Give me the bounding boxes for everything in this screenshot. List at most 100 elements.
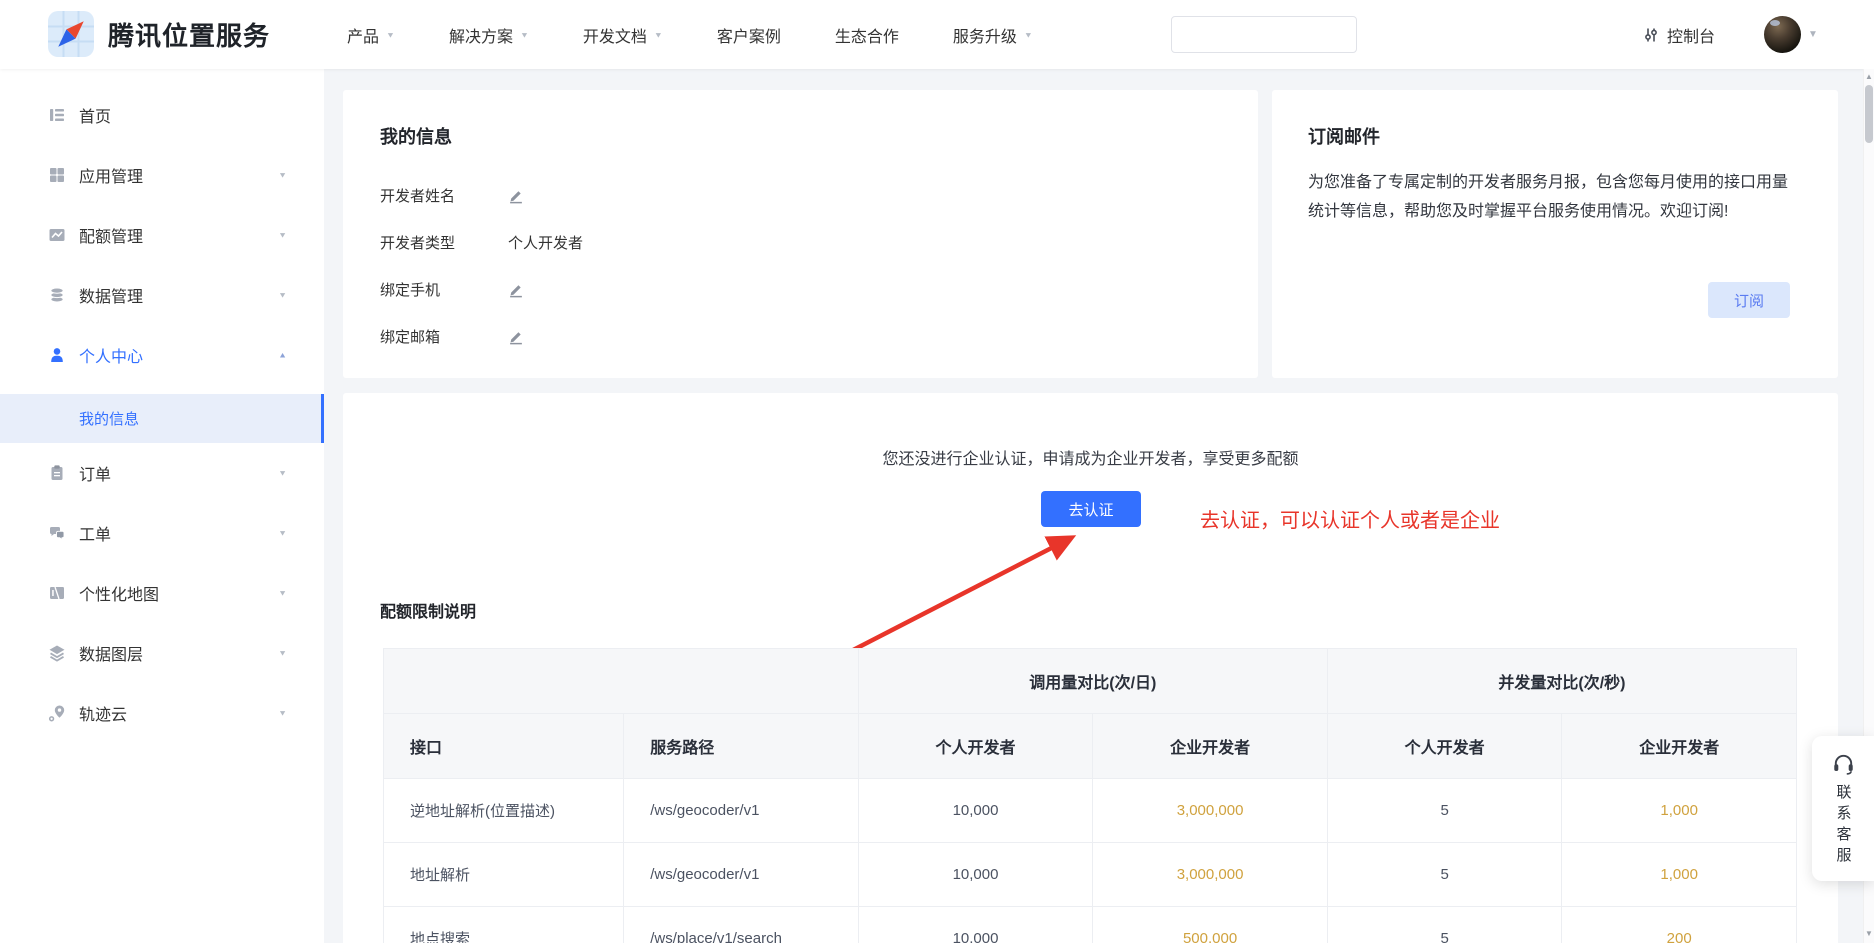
scrollbar-up-arrow[interactable]: ▲ bbox=[1864, 72, 1874, 81]
map-icon bbox=[48, 584, 66, 602]
avatar-chevron-down-icon[interactable]: ▼ bbox=[1808, 0, 1818, 69]
sidebar-item-data-management[interactable]: 数据管理 ▼ bbox=[0, 265, 324, 325]
chat-bubbles-icon bbox=[48, 524, 66, 542]
sliders-icon bbox=[1643, 27, 1659, 43]
nav-solutions[interactable]: 解决方案 ▼ bbox=[449, 23, 529, 47]
chevron-down-icon: ▼ bbox=[386, 30, 395, 39]
sidebar-item-label: 个人中心 bbox=[79, 343, 143, 367]
subscribe-button[interactable]: 订阅 bbox=[1708, 282, 1790, 318]
sidebar-item-label: 轨迹云 bbox=[79, 701, 127, 725]
sidebar-item-label: 工单 bbox=[79, 521, 111, 545]
chevron-down-icon: ▼ bbox=[520, 30, 529, 39]
compass-map-icon bbox=[48, 11, 94, 57]
info-row-bound-email: 绑定邮箱 bbox=[380, 313, 583, 360]
console-label: 控制台 bbox=[1667, 23, 1715, 47]
group-header-calls: 调用量对比(次/日) bbox=[858, 649, 1327, 714]
cell-personal-concurrency: 5 bbox=[1327, 779, 1562, 843]
scrollbar-thumb[interactable] bbox=[1865, 85, 1873, 143]
edit-pencil-icon[interactable] bbox=[508, 282, 524, 298]
sidebar-item-quota-management[interactable]: 配额管理 ▼ bbox=[0, 205, 324, 265]
chevron-down-icon: ▼ bbox=[278, 529, 287, 538]
top-header: 腾讯位置服务 产品 ▼ 解决方案 ▼ 开发文档 ▼ 客户案例 生态合作 服务升级… bbox=[0, 0, 1874, 69]
edit-pencil-icon[interactable] bbox=[508, 329, 524, 345]
my-info-card: 我的信息 开发者姓名 开发者类型 个人开发者 绑定手机 绑定邮箱 bbox=[343, 90, 1258, 378]
nav-ecosystem[interactable]: 生态合作 bbox=[835, 23, 899, 47]
sidebar-item-label: 数据管理 bbox=[79, 283, 143, 307]
quota-table: 调用量对比(次/日) 并发量对比(次/秒) 接口 服务路径 个人开发者 企业开发… bbox=[383, 648, 1797, 943]
user-avatar[interactable] bbox=[1764, 16, 1801, 53]
cell-personal-concurrency: 5 bbox=[1327, 907, 1562, 943]
cell-enterprise-calls: 3,000,000 bbox=[1093, 779, 1328, 843]
search-box bbox=[1171, 16, 1357, 53]
sidebar-item-custom-map[interactable]: 个性化地图 ▼ bbox=[0, 563, 324, 623]
col-header-enterprise-dev: 企业开发者 bbox=[1093, 714, 1328, 779]
col-header-enterprise-dev: 企业开发者 bbox=[1562, 714, 1797, 779]
nav-service-upgrade[interactable]: 服务升级 ▼ bbox=[953, 23, 1033, 47]
nav-label: 客户案例 bbox=[717, 23, 781, 47]
info-row-developer-type: 开发者类型 个人开发者 bbox=[380, 219, 583, 266]
info-row-bound-phone: 绑定手机 bbox=[380, 266, 583, 313]
go-certify-button[interactable]: 去认证 bbox=[1041, 491, 1141, 527]
group-header-empty bbox=[384, 649, 859, 714]
col-header-personal-dev: 个人开发者 bbox=[1327, 714, 1562, 779]
group-header-concurrency: 并发量对比(次/秒) bbox=[1327, 649, 1796, 714]
table-row: 地点搜索 /ws/place/v1/search 10,000 500,000 … bbox=[384, 907, 1797, 943]
field-label: 绑定邮箱 bbox=[380, 326, 508, 347]
certification-message: 您还没进行企业认证，申请成为企业开发者，享受更多配额 bbox=[343, 445, 1838, 469]
headset-icon bbox=[1831, 751, 1856, 776]
sidebar-item-label: 数据图层 bbox=[79, 641, 143, 665]
quota-card: 您还没进行企业认证，申请成为企业开发者，享受更多配额 去认证 去认证，可以认证个… bbox=[343, 393, 1838, 943]
chevron-up-icon: ▲ bbox=[278, 351, 287, 360]
cell-enterprise-calls: 500,000 bbox=[1093, 907, 1328, 943]
cell-api: 逆地址解析(位置描述) bbox=[384, 779, 624, 843]
scrollbar-down-arrow[interactable]: ▼ bbox=[1864, 929, 1874, 938]
nav-cases[interactable]: 客户案例 bbox=[717, 23, 781, 47]
cell-enterprise-concurrency: 200 bbox=[1562, 907, 1797, 943]
brand-logo[interactable]: 腾讯位置服务 bbox=[48, 11, 270, 57]
sidebar-item-app-management[interactable]: 应用管理 ▼ bbox=[0, 145, 324, 205]
table-row: 逆地址解析(位置描述) /ws/geocoder/v1 10,000 3,000… bbox=[384, 779, 1797, 843]
field-label: 绑定手机 bbox=[380, 279, 508, 300]
sidebar-item-home[interactable]: 首页 bbox=[0, 85, 324, 145]
contact-support-widget[interactable]: 联系客服 bbox=[1812, 736, 1874, 881]
console-link[interactable]: 控制台 bbox=[1643, 0, 1715, 69]
sidebar-item-label: 首页 bbox=[79, 103, 111, 127]
sidebar-item-label: 个性化地图 bbox=[79, 581, 159, 605]
cell-personal-calls: 10,000 bbox=[858, 779, 1093, 843]
cell-enterprise-calls: 3,000,000 bbox=[1093, 843, 1328, 907]
search-input[interactable] bbox=[1172, 17, 1373, 52]
sidebar-item-tickets[interactable]: 工单 ▼ bbox=[0, 503, 324, 563]
nav-docs[interactable]: 开发文档 ▼ bbox=[583, 23, 663, 47]
main-content: 我的信息 开发者姓名 开发者类型 个人开发者 绑定手机 绑定邮箱 bbox=[324, 69, 1874, 943]
cell-api: 地址解析 bbox=[384, 843, 624, 907]
red-annotation-text: 去认证，可以认证个人或者是企业 bbox=[1200, 504, 1500, 533]
table-group-header-row: 调用量对比(次/日) 并发量对比(次/秒) bbox=[384, 649, 1797, 714]
database-icon bbox=[48, 286, 66, 304]
nav-label: 解决方案 bbox=[449, 23, 513, 47]
location-pin-track-icon bbox=[48, 704, 66, 722]
sidebar-item-label: 配额管理 bbox=[79, 223, 143, 247]
sidebar-item-personal-center[interactable]: 个人中心 ▲ bbox=[0, 325, 324, 385]
contact-support-label: 联系客服 bbox=[1833, 784, 1854, 868]
subscribe-card: 订阅邮件 为您准备了专属定制的开发者服务月报，包含您每月使用的接口用量统计等信息… bbox=[1272, 90, 1838, 378]
brand-name: 腾讯位置服务 bbox=[108, 16, 270, 53]
cell-path: /ws/geocoder/v1 bbox=[624, 843, 859, 907]
sidebar-item-orders[interactable]: 订单 ▼ bbox=[0, 443, 324, 503]
nav-products[interactable]: 产品 ▼ bbox=[347, 23, 395, 47]
sidebar-subitem-my-info[interactable]: 我的信息 bbox=[0, 394, 324, 443]
chevron-down-icon: ▼ bbox=[278, 709, 287, 718]
col-header-path: 服务路径 bbox=[624, 714, 859, 779]
field-label: 开发者类型 bbox=[380, 232, 508, 253]
cell-enterprise-concurrency: 1,000 bbox=[1562, 779, 1797, 843]
grid-apps-icon bbox=[48, 166, 66, 184]
cell-api: 地点搜索 bbox=[384, 907, 624, 943]
sidebar-item-track-cloud[interactable]: 轨迹云 ▼ bbox=[0, 683, 324, 743]
chart-image-icon bbox=[48, 226, 66, 244]
sidebar-item-data-layers[interactable]: 数据图层 ▼ bbox=[0, 623, 324, 683]
edit-pencil-icon[interactable] bbox=[508, 188, 524, 204]
field-value: 个人开发者 bbox=[508, 232, 583, 253]
chevron-down-icon: ▼ bbox=[278, 171, 287, 180]
chevron-down-icon: ▼ bbox=[278, 649, 287, 658]
layers-icon bbox=[48, 644, 66, 662]
nav-label: 产品 bbox=[347, 23, 379, 47]
